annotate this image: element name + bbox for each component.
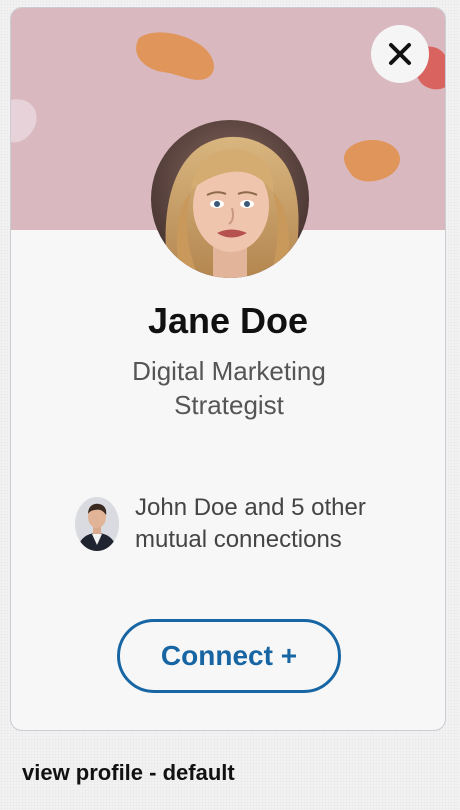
mutual-photo-icon — [75, 497, 119, 551]
close-icon — [389, 43, 411, 65]
mutual-avatar — [75, 497, 119, 551]
profile-card: Jane Doe Digital Marketing Strategist Jo… — [10, 7, 446, 731]
profile-headline: Digital Marketing Strategist — [132, 356, 326, 420]
connect-button[interactable]: Connect + — [117, 619, 341, 693]
mutual-connections[interactable]: John Doe and 5 other mutual connections — [75, 492, 405, 556]
close-button[interactable] — [371, 25, 429, 83]
state-caption: view profile - default — [22, 760, 235, 785]
profile-name: Jane Doe — [147, 300, 309, 341]
mutual-connections-text: John Doe and 5 other mutual connections — [135, 494, 366, 553]
profile-avatar — [151, 120, 309, 278]
profile-photo-icon — [151, 120, 309, 278]
